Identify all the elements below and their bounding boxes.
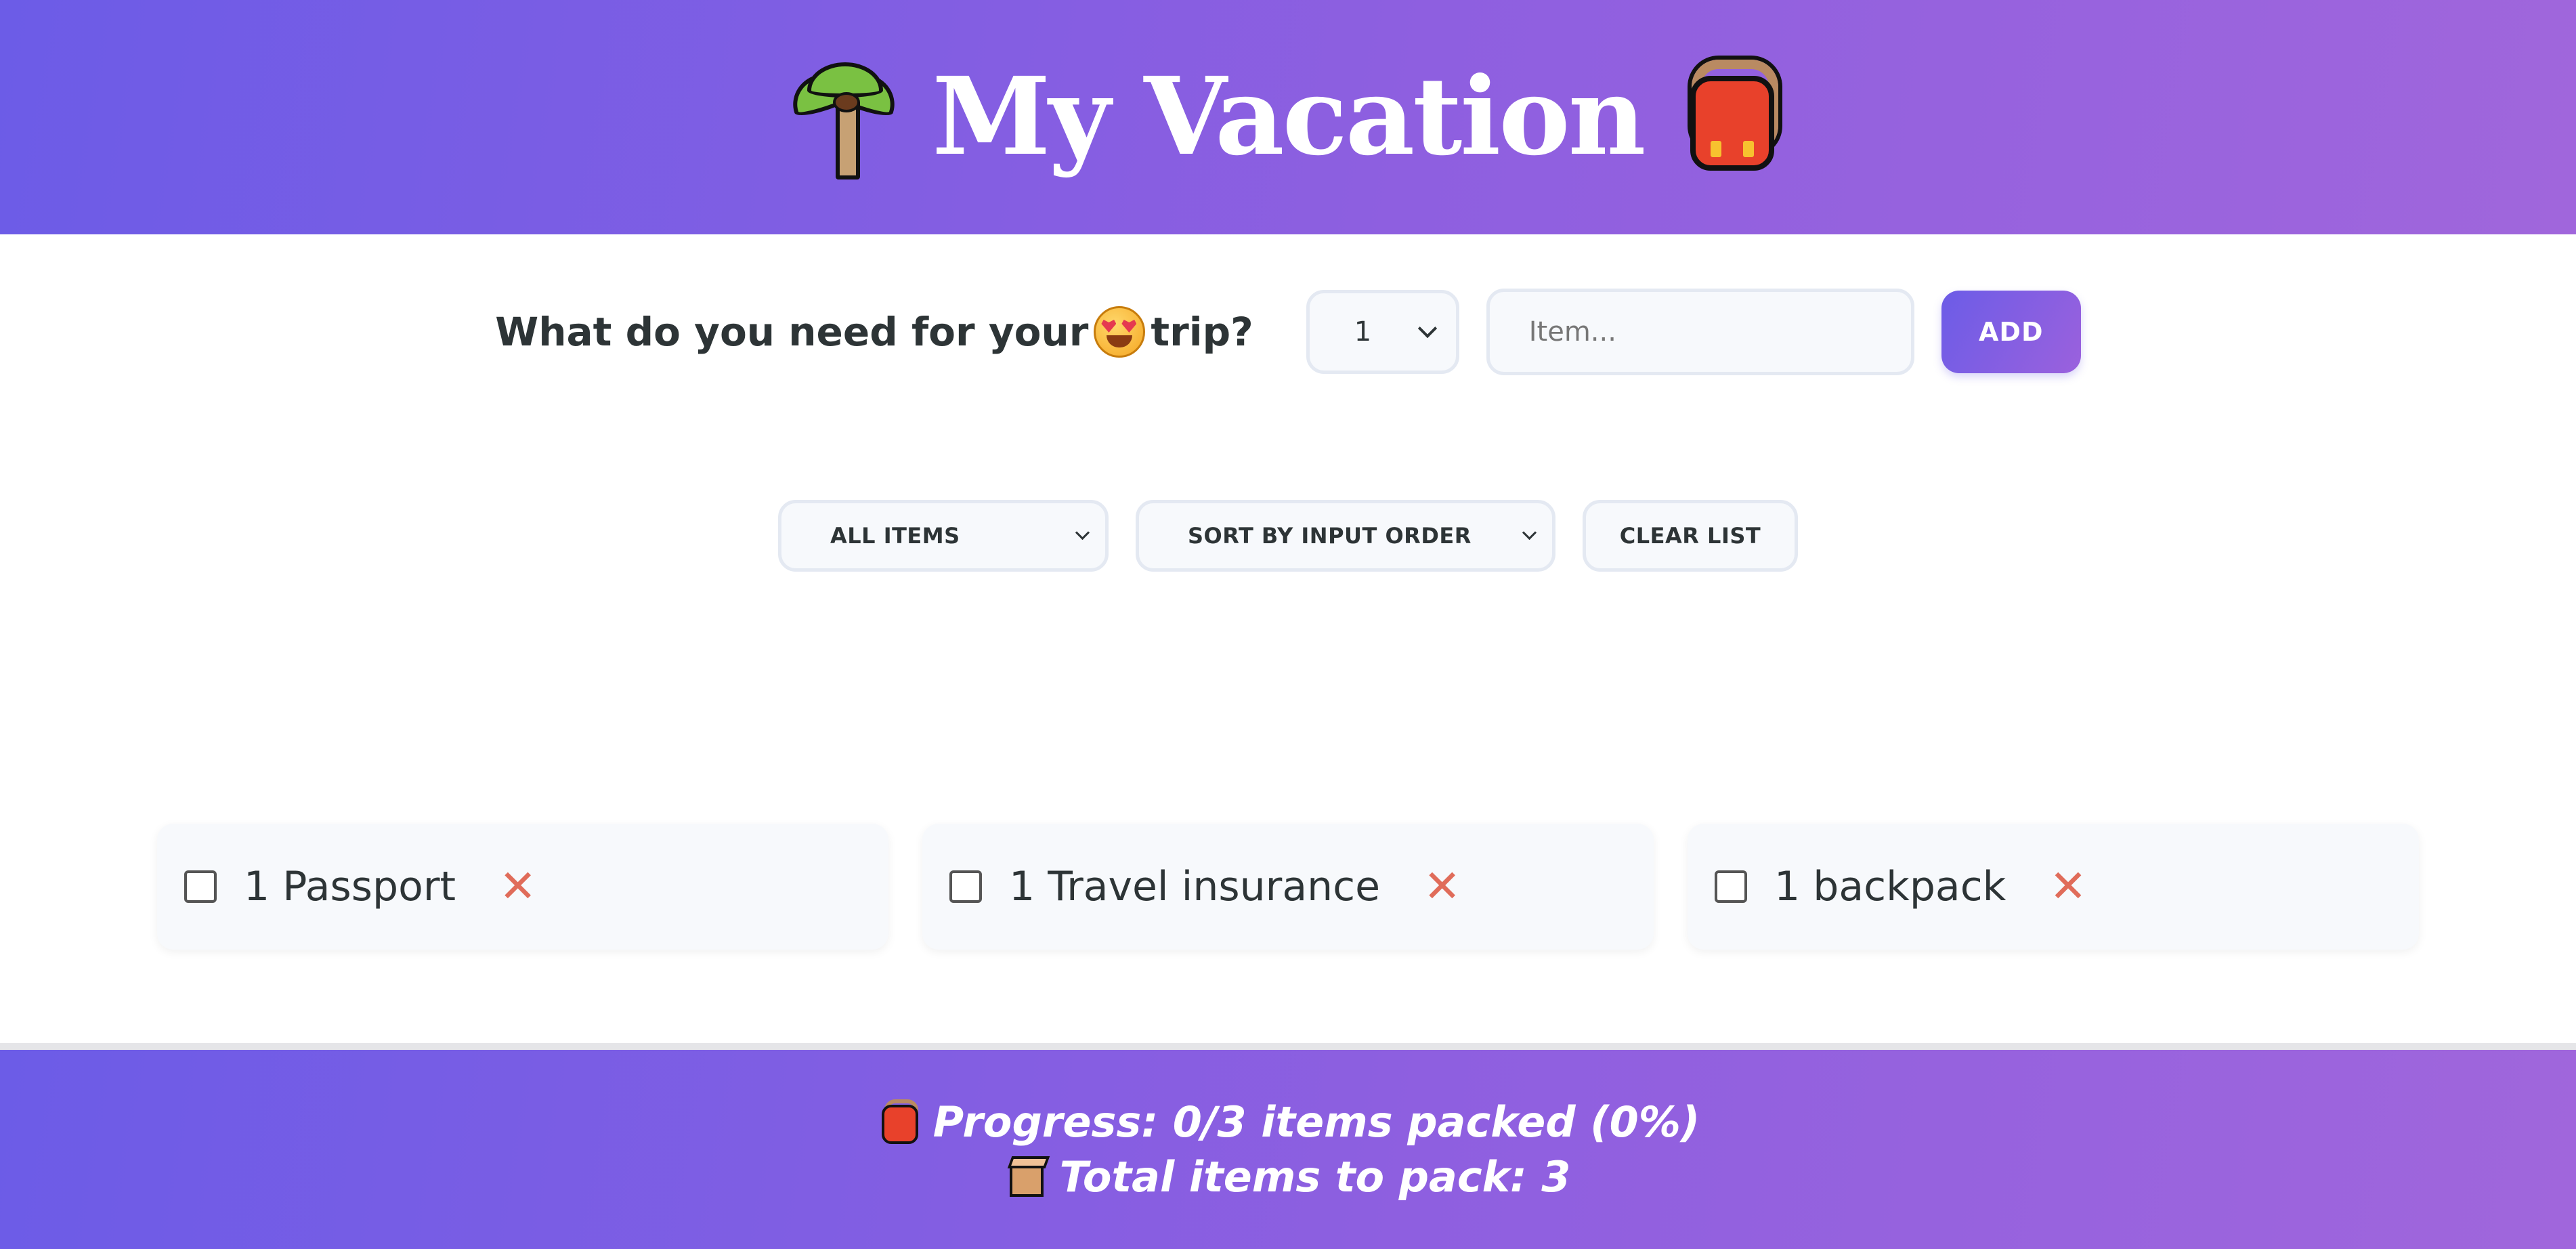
chevron-down-icon (1075, 525, 1090, 540)
palm-tree-icon (786, 60, 903, 179)
item-label: 1 Passport (244, 863, 456, 910)
total-stat: Total items to pack: 3 (1006, 1152, 1571, 1202)
quantity-value: 1 (1354, 316, 1372, 347)
delete-icon[interactable]: ✕ (1423, 864, 1461, 909)
total-text: Total items to pack: 3 (1059, 1152, 1571, 1202)
stats-footer: Progress: 0/3 items packed (0%) Total it… (0, 1050, 2576, 1249)
chevron-down-icon (1522, 525, 1537, 540)
add-item-form: What do you need for your trip? 1 ADD (0, 288, 2576, 376)
item-checkbox[interactable] (1715, 870, 1747, 903)
sort-select[interactable]: SORT BY INPUT ORDER (1136, 500, 1555, 572)
progress-text: Progress: 0/3 items packed (0%) (932, 1097, 1700, 1147)
question-text-end: trip? (1151, 309, 1253, 355)
list-item: 1 backpack ✕ (1688, 824, 2419, 950)
app-header: My Vacation (0, 0, 2576, 234)
quantity-select[interactable]: 1 (1306, 290, 1459, 374)
delete-icon[interactable]: ✕ (2049, 864, 2086, 909)
filter-value: ALL ITEMS (830, 523, 960, 549)
item-label: 1 backpack (1774, 863, 2006, 910)
backpack-icon (1678, 60, 1786, 175)
delete-icon[interactable]: ✕ (499, 864, 536, 909)
item-input[interactable] (1486, 289, 1914, 375)
item-checkbox[interactable] (949, 870, 982, 903)
packing-list: 1 Passport ✕ 1 Travel insurance ✕ 1 back… (157, 824, 2419, 950)
item-label: 1 Travel insurance (1009, 863, 1381, 910)
add-button[interactable]: ADD (1941, 291, 2081, 373)
progress-stat: Progress: 0/3 items packed (0%) (876, 1097, 1700, 1147)
package-icon (1006, 1155, 1050, 1200)
question-text-start: What do you need for your (495, 309, 1089, 355)
add-item-question: What do you need for your trip? (495, 306, 1253, 358)
item-checkbox[interactable] (184, 870, 217, 903)
title-text: My Vacation (932, 54, 1646, 179)
heart-eyes-emoji-icon (1094, 306, 1146, 358)
list-item: 1 Passport ✕ (157, 824, 888, 950)
list-actions: ALL ITEMS SORT BY INPUT ORDER CLEAR LIST (0, 500, 2576, 572)
list-item: 1 Travel insurance ✕ (922, 824, 1654, 950)
filter-select[interactable]: ALL ITEMS (778, 500, 1109, 572)
clear-list-button[interactable]: CLEAR LIST (1583, 500, 1798, 572)
page-title: My Vacation (786, 54, 1786, 179)
backpack-icon (876, 1099, 924, 1145)
footer-divider (0, 1043, 2576, 1050)
chevron-down-icon (1417, 318, 1437, 339)
sort-value: SORT BY INPUT ORDER (1188, 523, 1472, 549)
